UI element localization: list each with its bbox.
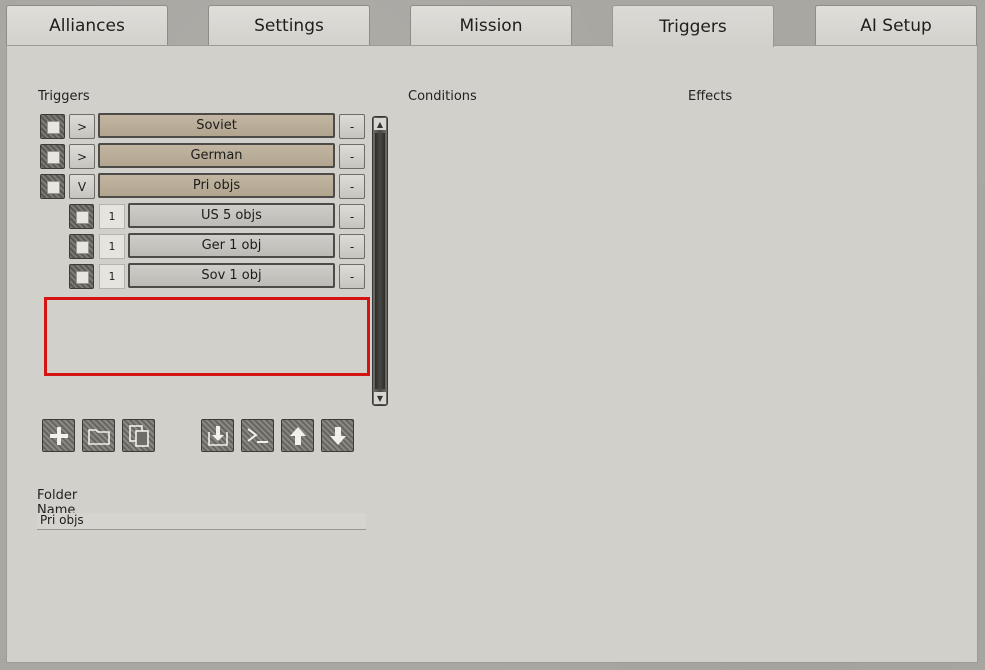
tab-settings[interactable]: Settings [208, 5, 370, 45]
trigger-checkbox[interactable] [69, 264, 94, 289]
trigger-list-scrollbar[interactable]: ▲ ▼ [372, 116, 388, 406]
add-folder-button[interactable] [82, 419, 115, 452]
collapse-button[interactable]: V [69, 174, 95, 199]
move-up-button[interactable] [281, 419, 314, 452]
trigger-checkbox[interactable] [69, 204, 94, 229]
trigger-checkbox[interactable] [69, 234, 94, 259]
tab-triggers[interactable]: Triggers [612, 5, 774, 47]
remove-button[interactable]: - [339, 144, 365, 169]
triggers-heading: Triggers [38, 89, 90, 104]
remove-button[interactable]: - [339, 174, 365, 199]
trigger-item-us-5-objs[interactable]: US 5 objs [128, 203, 335, 228]
copy-icon [128, 424, 149, 447]
effects-heading: Effects [688, 89, 733, 104]
trigger-count: 1 [99, 234, 125, 259]
tab-mission[interactable]: Mission [410, 5, 572, 45]
expand-button[interactable]: > [69, 144, 95, 169]
trigger-checkbox[interactable] [40, 174, 65, 199]
trigger-item-sov-1-obj[interactable]: Sov 1 obj [128, 263, 335, 288]
import-button[interactable] [201, 419, 234, 452]
remove-button[interactable]: - [339, 234, 365, 259]
tab-ai-setup[interactable]: AI Setup [815, 5, 977, 45]
scroll-thumb[interactable] [375, 133, 385, 389]
console-icon [246, 427, 268, 443]
tab-alliances[interactable]: Alliances [6, 5, 168, 45]
scroll-down-icon[interactable]: ▼ [374, 392, 386, 404]
remove-button[interactable]: - [339, 264, 365, 289]
trigger-checkbox[interactable] [40, 114, 65, 139]
trigger-count: 1 [99, 204, 125, 229]
move-down-button[interactable] [321, 419, 354, 452]
trigger-checkbox[interactable] [40, 144, 65, 169]
trigger-folder-german[interactable]: German [98, 143, 335, 168]
scroll-up-icon[interactable]: ▲ [374, 118, 386, 130]
trigger-count: 1 [99, 264, 125, 289]
highlight-box [44, 297, 370, 376]
add-icon [49, 426, 68, 445]
import-icon [207, 425, 228, 446]
trigger-folder-soviet[interactable]: Soviet [98, 113, 335, 138]
move-down-icon [329, 426, 346, 445]
trigger-item-ger-1-obj[interactable]: Ger 1 obj [128, 233, 335, 258]
folder-icon [87, 428, 110, 445]
move-up-icon [289, 426, 306, 445]
remove-button[interactable]: - [339, 114, 365, 139]
folder-name-input[interactable]: Pri objs [37, 513, 366, 530]
copy-button[interactable] [122, 419, 155, 452]
add-trigger-button[interactable] [42, 419, 75, 452]
remove-button[interactable]: - [339, 204, 365, 229]
expand-button[interactable]: > [69, 114, 95, 139]
console-button[interactable] [241, 419, 274, 452]
conditions-heading: Conditions [408, 89, 477, 104]
trigger-folder-pri-objs[interactable]: Pri objs [98, 173, 335, 198]
